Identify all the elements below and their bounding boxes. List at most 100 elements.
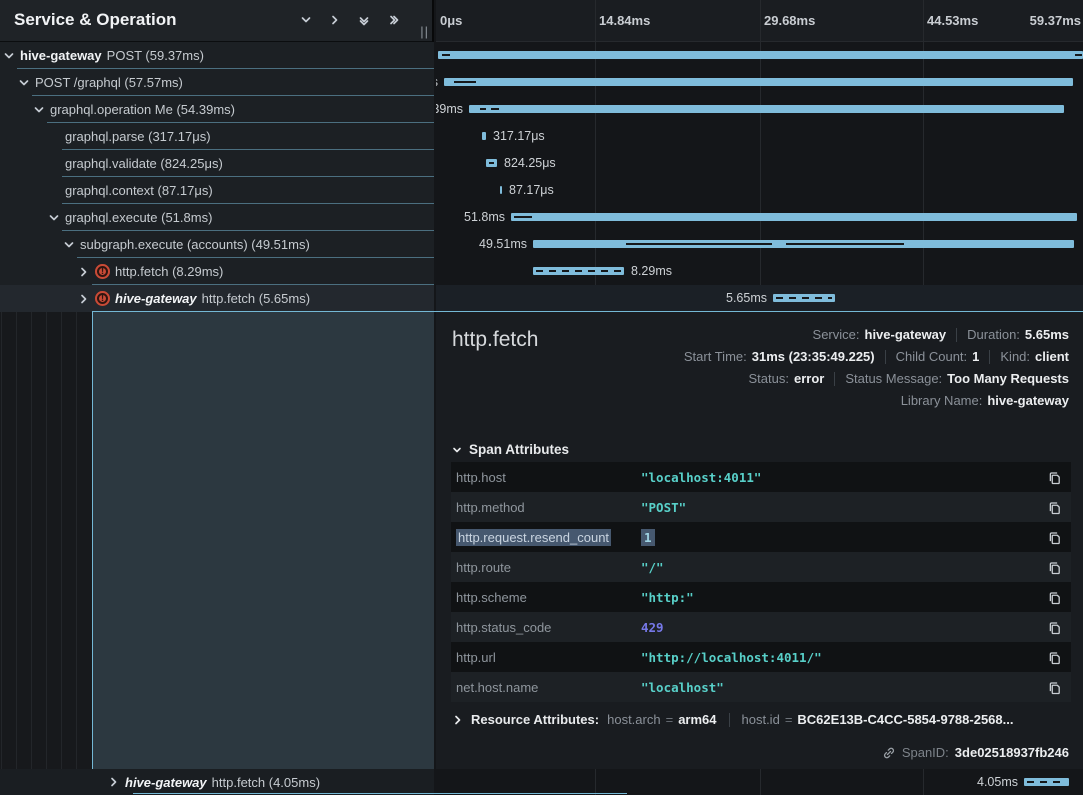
meta-value: 31ms (23:35:49.225) xyxy=(752,349,875,364)
meta-label: Service: xyxy=(813,327,860,342)
row-expander[interactable] xyxy=(108,776,120,788)
timeline-row[interactable]: 51.8ms xyxy=(436,204,1083,231)
meta-value: hive-gateway xyxy=(987,393,1069,408)
chevron-down-icon xyxy=(3,50,15,62)
double-chevron-right-button[interactable] xyxy=(384,11,402,29)
copy-icon xyxy=(1047,530,1062,545)
span-tree-row[interactable]: !hive-gatewayhttp.fetch (5.65ms) xyxy=(0,285,434,312)
timeline-panel: 0μs14.84ms29.68ms44.53ms59.37ms 57.57ms5… xyxy=(436,0,1083,795)
timeline-row[interactable]: 8.29ms xyxy=(436,258,1083,285)
row-expander[interactable] xyxy=(33,104,45,116)
double-chevron-down-button[interactable] xyxy=(355,11,373,29)
attribute-key: net.host.name xyxy=(451,680,641,695)
error-icon: ! xyxy=(95,291,110,306)
span-duration-bar[interactable] xyxy=(486,159,497,167)
span-detail-title: http.fetch xyxy=(452,328,538,352)
chevron-right-icon xyxy=(452,714,464,726)
attribute-key: http.status_code xyxy=(451,620,641,635)
copy-icon xyxy=(1047,680,1062,695)
row-expander[interactable] xyxy=(78,266,90,278)
span-duration-bar[interactable] xyxy=(511,213,1077,221)
child-span-marks xyxy=(776,297,832,299)
span-duration-bar[interactable] xyxy=(482,132,486,140)
timeline-rows: 57.57ms54.39ms317.17μs 824.25μs 87.17μs 51.… xyxy=(436,42,1083,312)
span-tree-row[interactable]: !http.fetch (8.29ms) xyxy=(0,258,434,285)
span-tree-row[interactable]: subgraph.execute (accounts) (49.51ms) xyxy=(0,231,434,258)
attribute-row: net.host.name"localhost" xyxy=(451,672,1071,702)
resource-attributes-row[interactable]: Resource Attributes:host.arch=arm64host.… xyxy=(452,712,1069,727)
copy-icon xyxy=(1047,470,1062,485)
meta-label: Kind: xyxy=(1000,349,1030,364)
meta-value: error xyxy=(794,371,824,386)
span-tree-row[interactable]: graphql.execute (51.8ms) xyxy=(0,204,434,231)
span-duration-bar[interactable] xyxy=(444,78,1073,86)
copy-value-button[interactable] xyxy=(1037,530,1071,545)
copy-value-button[interactable] xyxy=(1037,620,1071,635)
span-duration-label: 824.25μs xyxy=(504,156,556,170)
meta-label: Library Name: xyxy=(901,393,983,408)
trace-viewer: hive-gatewayPOST (59.37ms)POST /graphql … xyxy=(0,0,1083,795)
span-detail-panel: http.fetch Service:hive-gatewayDuration:… xyxy=(436,312,1083,769)
span-duration-bar[interactable] xyxy=(500,186,502,194)
span-duration-bar[interactable] xyxy=(438,51,1083,59)
span-tree-row[interactable]: graphql.validate (824.25μs) xyxy=(0,150,434,177)
resource-attributes-title: Resource Attributes: xyxy=(471,712,599,727)
timeline-row[interactable]: 824.25μs xyxy=(436,150,1083,177)
copy-value-button[interactable] xyxy=(1037,680,1071,695)
copy-value-button[interactable] xyxy=(1037,560,1071,575)
row-expander[interactable] xyxy=(48,212,60,224)
span-duration-bar[interactable] xyxy=(1024,778,1069,786)
span-tree-row[interactable]: graphql.parse (317.17μs) xyxy=(0,123,434,150)
timeline-gridline xyxy=(760,0,761,41)
copy-icon xyxy=(1047,560,1062,575)
span-tree-row[interactable]: POST /graphql (57.57ms) xyxy=(0,69,434,96)
timeline-row[interactable]: 4.05ms xyxy=(436,769,1083,795)
attribute-row: http.scheme"http:" xyxy=(451,582,1071,612)
row-expander[interactable] xyxy=(78,293,90,305)
span-service-name: hive-gateway xyxy=(20,48,102,63)
timeline-row[interactable]: 49.51ms xyxy=(436,231,1083,258)
timeline-row[interactable]: 317.17μs xyxy=(436,123,1083,150)
resource-equals: = xyxy=(666,712,674,727)
row-expander[interactable] xyxy=(63,239,75,251)
timeline-row[interactable]: 5.65ms xyxy=(436,285,1083,312)
span-tree-row[interactable]: hive-gatewayPOST (59.37ms) xyxy=(0,42,434,69)
span-duration-label: 51.8ms xyxy=(464,210,505,224)
timeline-row[interactable] xyxy=(436,42,1083,69)
chevron-right-button[interactable] xyxy=(326,11,344,29)
copy-icon xyxy=(1047,500,1062,515)
timeline-tick-label: 59.37ms xyxy=(1030,13,1081,28)
timeline-gridline xyxy=(595,0,596,41)
timeline-row[interactable]: 87.17μs xyxy=(436,177,1083,204)
timeline-row[interactable]: 57.57ms xyxy=(436,69,1083,96)
span-service-name: hive-gateway xyxy=(115,291,197,306)
timeline-row[interactable]: 54.39ms xyxy=(436,96,1083,123)
copy-value-button[interactable] xyxy=(1037,650,1071,665)
panel-resize-handle[interactable]: || xyxy=(420,24,429,39)
chevron-down-button[interactable] xyxy=(297,11,315,29)
span-tree-row[interactable]: graphql.context (87.17μs) xyxy=(0,177,434,204)
span-duration-bar[interactable] xyxy=(533,267,624,275)
span-duration-bar[interactable] xyxy=(533,240,1074,248)
chevron-down-icon xyxy=(452,445,462,455)
attribute-key: http.method xyxy=(451,500,641,515)
span-operation-label: subgraph.execute (accounts) (49.51ms) xyxy=(80,237,310,252)
copy-value-button[interactable] xyxy=(1037,590,1071,605)
span-duration-label: 4.05ms xyxy=(977,775,1018,789)
row-expander[interactable] xyxy=(3,50,15,62)
span-duration-bar[interactable] xyxy=(469,105,1064,113)
timeline-tick-label: 0μs xyxy=(440,13,462,28)
span-tree-header: Service & Operation || xyxy=(0,0,432,42)
timeline-tick-label: 14.84ms xyxy=(599,13,650,28)
copy-value-button[interactable] xyxy=(1037,470,1071,485)
span-duration-bar[interactable] xyxy=(773,294,835,302)
row-expander[interactable] xyxy=(18,77,30,89)
span-tree-row[interactable]: graphql.operation Me (54.39ms) xyxy=(0,96,434,123)
copy-value-button[interactable] xyxy=(1037,500,1071,515)
selected-text: 1 xyxy=(641,529,655,546)
meta-divider xyxy=(956,328,957,342)
attribute-value: 1 xyxy=(641,530,1037,545)
span-tree-row[interactable]: hive-gatewayhttp.fetch (4.05ms) xyxy=(0,769,434,795)
chevron-right-icon xyxy=(108,776,120,788)
span-attributes-header[interactable]: Span Attributes xyxy=(452,442,569,457)
